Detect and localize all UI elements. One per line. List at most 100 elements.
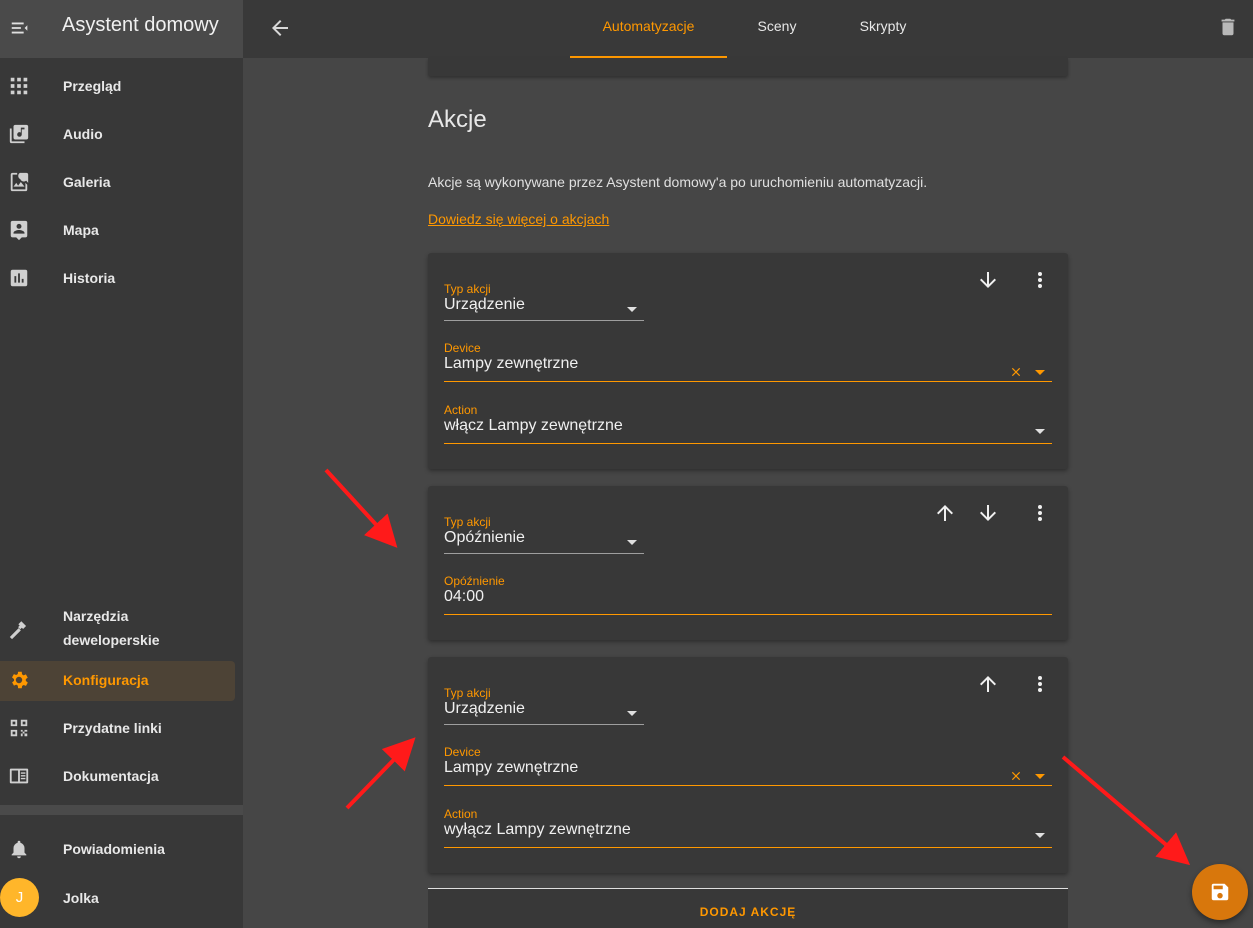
sidebar-divider bbox=[0, 805, 243, 815]
annotation-arrow bbox=[1061, 755, 1191, 866]
chart-bar-icon bbox=[10, 269, 28, 287]
field-underline bbox=[444, 320, 644, 321]
close-icon[interactable] bbox=[1009, 365, 1023, 379]
more-vert-icon[interactable] bbox=[1028, 268, 1052, 292]
sidebar-item-label: Historia bbox=[63, 270, 116, 286]
action-type-select[interactable]: Typ akcji Urządzenie bbox=[444, 282, 644, 322]
gear-icon bbox=[12, 671, 28, 689]
sidebar: Asystent domowy Przegląd Audio Galeria M… bbox=[0, 0, 243, 928]
sidebar-item-label: Narzędzia deweloperskie bbox=[63, 608, 160, 648]
field-underline bbox=[444, 381, 1052, 382]
field-label: Typ akcji bbox=[444, 282, 491, 296]
trash-icon[interactable] bbox=[1217, 15, 1239, 39]
arrow-up-icon[interactable] bbox=[976, 672, 1000, 696]
chevron-down-icon bbox=[627, 540, 637, 545]
sidebar-item-przydatne-linki[interactable]: Przydatne linki bbox=[0, 709, 243, 749]
field-label: Device bbox=[444, 745, 481, 759]
qrcode-icon bbox=[10, 719, 28, 737]
sidebar-item-label: Dokumentacja bbox=[63, 768, 159, 784]
arrow-up-icon[interactable] bbox=[933, 501, 957, 525]
field-label: Action bbox=[444, 807, 478, 821]
delay-input[interactable]: Opóźnienie 04:00 bbox=[444, 574, 1052, 616]
sidebar-item-label: Konfiguracja bbox=[63, 672, 149, 688]
section-description: Akcje są wykonywane przez Asystent domow… bbox=[428, 174, 928, 190]
chevron-down-icon bbox=[1035, 429, 1045, 434]
field-value: Urządzenie bbox=[444, 700, 525, 717]
add-action-button[interactable]: DODAJ AKCJĘ bbox=[428, 905, 1068, 919]
add-action-bar: DODAJ AKCJĘ bbox=[428, 888, 1068, 928]
field-value: 04:00 bbox=[444, 588, 485, 605]
field-label: Typ akcji bbox=[444, 686, 491, 700]
action-type-select[interactable]: Typ akcji Opóźnienie bbox=[444, 515, 644, 555]
grid-icon bbox=[10, 77, 28, 95]
arrow-down-icon[interactable] bbox=[976, 268, 1000, 292]
save-icon bbox=[1211, 883, 1229, 901]
learn-more-link[interactable]: Dowiedz się więcej o akcjach bbox=[428, 211, 609, 227]
hammer-icon bbox=[9, 621, 27, 640]
sidebar-item-label: Przegląd bbox=[63, 78, 122, 94]
sidebar-item-powiadomienia[interactable]: Powiadomienia bbox=[0, 830, 243, 870]
sidebar-item-label: Mapa bbox=[63, 222, 99, 238]
field-value: Urządzenie bbox=[444, 296, 525, 313]
field-value: wyłącz Lampy zewnętrzne bbox=[444, 821, 631, 838]
app-title: Asystent domowy bbox=[62, 14, 219, 36]
field-value: Lampy zewnętrzne bbox=[444, 355, 579, 372]
sidebar-header: Asystent domowy bbox=[0, 0, 243, 58]
chevron-down-icon bbox=[627, 307, 637, 312]
field-underline bbox=[444, 553, 644, 554]
field-underline bbox=[444, 785, 1052, 786]
page-title: Akcje bbox=[428, 106, 487, 133]
field-underline bbox=[444, 847, 1052, 848]
tab-skrypty[interactable]: Skrypty bbox=[843, 0, 923, 58]
sidebar-item-konfiguracja[interactable]: Konfiguracja bbox=[0, 661, 235, 701]
sidebar-item-label: Przydatne linki bbox=[63, 720, 162, 736]
more-vert-icon[interactable] bbox=[1028, 501, 1052, 525]
field-value: Opóźnienie bbox=[444, 529, 525, 546]
chevron-down-icon bbox=[1035, 774, 1045, 779]
field-label: Device bbox=[444, 341, 481, 355]
action-card-3: Typ akcji Urządzenie Device Lampy zewnęt… bbox=[428, 657, 1068, 873]
close-icon[interactable] bbox=[1009, 769, 1023, 783]
action-type-select[interactable]: Typ akcji Urządzenie bbox=[444, 686, 644, 726]
device-select[interactable]: Device Lampy zewnętrzne bbox=[444, 341, 1052, 383]
avatar[interactable]: J bbox=[0, 878, 39, 917]
arrow-down-icon[interactable] bbox=[976, 501, 1000, 525]
field-underline bbox=[444, 724, 644, 725]
user-name: Jolka bbox=[63, 890, 99, 906]
trigger-card-end bbox=[428, 58, 1068, 76]
field-underline bbox=[444, 443, 1052, 444]
sidebar-item-label: Audio bbox=[63, 126, 103, 142]
bell-icon bbox=[11, 840, 27, 859]
sidebar-item-audio[interactable]: Audio bbox=[0, 115, 243, 155]
music-library-icon bbox=[9, 124, 29, 144]
device-select[interactable]: Device Lampy zewnętrzne bbox=[444, 745, 1052, 787]
book-icon bbox=[9, 768, 29, 784]
more-vert-icon[interactable] bbox=[1028, 672, 1052, 696]
sidebar-item-mapa[interactable]: Mapa bbox=[0, 211, 243, 251]
field-value: Lampy zewnętrzne bbox=[444, 759, 579, 776]
tab-automatyzacje[interactable]: Automatyzacje bbox=[570, 0, 727, 58]
arrow-left-icon[interactable] bbox=[268, 16, 292, 40]
chevron-down-icon bbox=[627, 711, 637, 716]
tab-sceny[interactable]: Sceny bbox=[739, 0, 815, 58]
sidebar-item-galeria[interactable]: Galeria bbox=[0, 163, 243, 203]
action-select[interactable]: Action włącz Lampy zewnętrzne bbox=[444, 403, 1052, 445]
chevron-down-icon bbox=[1035, 370, 1045, 375]
action-card-1: Typ akcji Urządzenie Device Lampy zewnęt… bbox=[428, 253, 1068, 469]
sidebar-item-narzedzia[interactable]: Narzędzia deweloperskie bbox=[0, 600, 243, 660]
map-account-icon bbox=[10, 220, 28, 241]
image-search-icon bbox=[10, 172, 29, 192]
action-select[interactable]: Action wyłącz Lampy zewnętrzne bbox=[444, 807, 1052, 849]
menu-collapse-icon[interactable] bbox=[9, 17, 31, 39]
action-card-2: Typ akcji Opóźnienie Opóźnienie 04:00 bbox=[428, 486, 1068, 640]
sidebar-item-label: Powiadomienia bbox=[63, 841, 165, 857]
field-value: włącz Lampy zewnętrzne bbox=[444, 417, 623, 434]
save-button[interactable] bbox=[1192, 864, 1248, 920]
field-underline bbox=[444, 614, 1052, 615]
sidebar-item-przeglad[interactable]: Przegląd bbox=[0, 67, 243, 107]
field-label: Action bbox=[444, 403, 478, 417]
annotation-arrow bbox=[324, 468, 398, 548]
topbar: Automatyzacje Sceny Skrypty bbox=[243, 0, 1253, 58]
sidebar-item-historia[interactable]: Historia bbox=[0, 259, 243, 299]
sidebar-item-dokumentacja[interactable]: Dokumentacja bbox=[0, 757, 243, 797]
